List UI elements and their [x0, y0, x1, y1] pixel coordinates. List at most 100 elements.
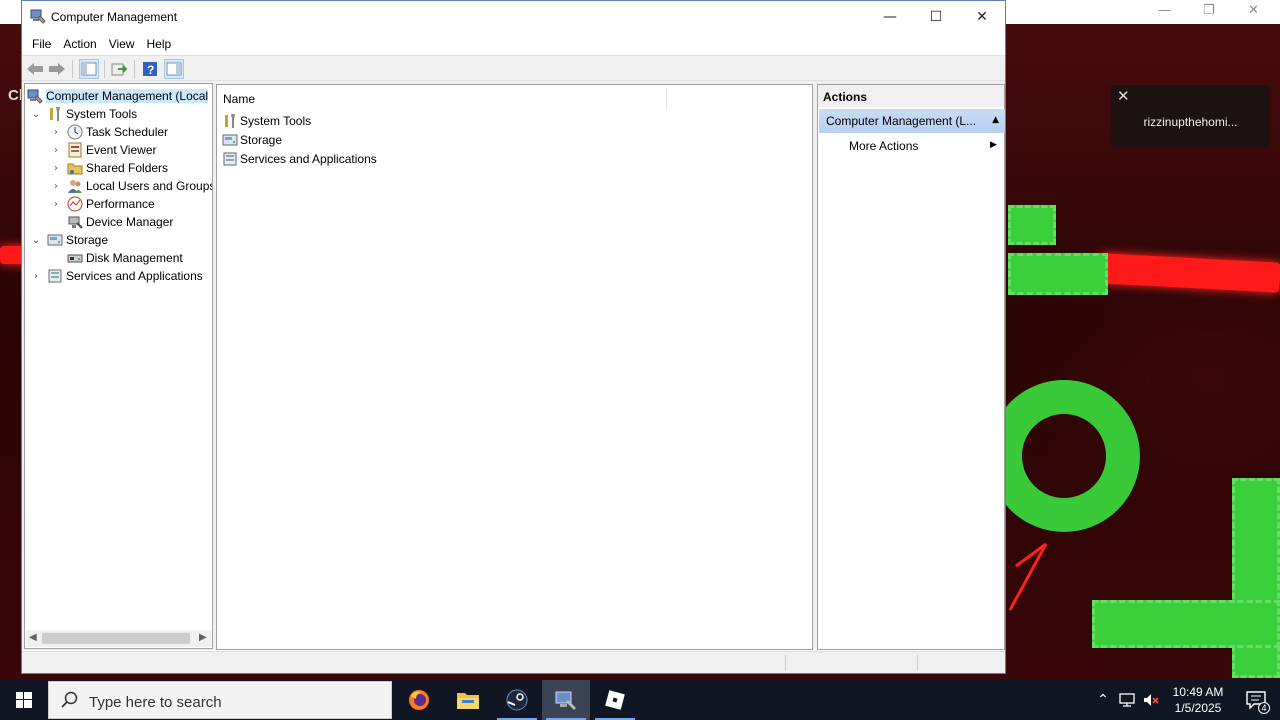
computer-management-icon	[27, 88, 43, 104]
column-header: Name	[217, 85, 812, 111]
collapsed-chevron-icon[interactable]: ›	[29, 271, 43, 282]
toast-close-icon[interactable]: ✕	[1117, 87, 1130, 105]
forward-button[interactable]	[47, 59, 67, 79]
results-list[interactable]: Name System Tools Storage Services and A…	[216, 84, 813, 650]
computer-management-icon	[30, 9, 46, 24]
toast-text: rizzinupthehomi...	[1143, 115, 1238, 129]
file-explorer-icon	[457, 693, 479, 709]
tree-item-system-tools[interactable]: ⌄ System Tools	[29, 105, 137, 123]
show-hide-action-pane-icon	[166, 62, 182, 76]
tree-item-performance[interactable]: › Performance	[49, 195, 155, 213]
column-name-header[interactable]: Name	[223, 92, 255, 106]
collapsed-chevron-icon[interactable]: ›	[49, 181, 63, 192]
minimize-button[interactable]: —	[867, 1, 913, 33]
windows-logo-icon	[16, 692, 32, 708]
help-button[interactable]: ?	[140, 59, 160, 79]
tree-item-local-users-groups[interactable]: › Local Users and Groups	[49, 177, 212, 195]
tree-item-device-manager[interactable]: Device Manager	[63, 213, 173, 231]
network-icon	[1119, 693, 1135, 707]
export-list-button[interactable]	[109, 59, 129, 79]
tree-item-event-viewer[interactable]: › Event Viewer	[49, 141, 156, 159]
back-button[interactable]	[25, 59, 45, 79]
collapsed-chevron-icon[interactable]: ›	[49, 145, 63, 156]
show-hidden-icons-button[interactable]: ⌃	[1092, 680, 1114, 720]
menu-action[interactable]: Action	[57, 37, 102, 51]
status-divider	[917, 655, 918, 671]
tree-root[interactable]: Computer Management (Local	[27, 87, 209, 105]
title-bar[interactable]: Computer Management — ☐ ✕	[22, 1, 1005, 33]
volume-muted-icon	[1144, 694, 1159, 706]
collapse-triangle-icon[interactable]: ▲	[992, 115, 999, 125]
search-placeholder: Type here to search	[89, 694, 222, 711]
background-close-icon[interactable]: ✕	[1248, 3, 1259, 18]
menu-bar: File Action View Help	[22, 33, 1005, 55]
actions-section-computer-management[interactable]: Computer Management (L... ▲	[819, 109, 1005, 133]
status-bar	[22, 651, 1005, 673]
shared-folder-icon	[67, 160, 83, 176]
tree-horizontal-scrollbar[interactable]: ◀ ▶	[26, 630, 211, 647]
window-title: Computer Management	[51, 10, 178, 24]
tree-item-task-scheduler[interactable]: › Task Scheduler	[49, 123, 168, 141]
taskbar-clock[interactable]: 10:49 AM 1/5/2025	[1162, 684, 1234, 716]
toolbar: ?	[22, 55, 1005, 81]
taskbar-roblox[interactable]	[591, 680, 639, 720]
menu-file[interactable]: File	[26, 37, 57, 51]
tree-item-storage[interactable]: ⌄ Storage	[29, 231, 108, 249]
tree-item-shared-folders[interactable]: › Shared Folders	[49, 159, 168, 177]
tree-root-label: Computer Management (Local	[46, 89, 209, 103]
scroll-right-icon[interactable]: ▶	[199, 632, 207, 643]
search-icon	[61, 691, 78, 708]
export-list-icon	[111, 63, 127, 76]
action-center-button[interactable]: 4	[1238, 680, 1274, 720]
taskbar-firefox[interactable]	[395, 680, 443, 720]
clock-time: 10:49 AM	[1172, 685, 1224, 699]
background-minimize-icon[interactable]: —	[1158, 3, 1171, 18]
background-restore-icon[interactable]: ❐	[1203, 3, 1215, 18]
toolbar-separator	[72, 60, 73, 78]
chevron-up-icon: ⌃	[1097, 692, 1109, 708]
background-green-shape	[1092, 600, 1280, 648]
notification-count-badge: 4	[1258, 702, 1270, 714]
collapsed-chevron-icon[interactable]: ›	[49, 127, 63, 138]
show-hide-action-pane-button[interactable]	[164, 59, 184, 79]
expanded-chevron-icon[interactable]: ⌄	[29, 109, 43, 120]
more-actions-item[interactable]: More Actions ▶	[849, 139, 997, 153]
taskbar-computer-management[interactable]	[542, 680, 590, 720]
taskbar-file-explorer[interactable]	[444, 680, 492, 720]
notification-toast[interactable]: ✕ rizzinupthehomi...	[1111, 85, 1270, 148]
storage-icon	[222, 132, 238, 148]
menu-view[interactable]: View	[103, 37, 141, 51]
show-hide-console-tree-icon	[81, 62, 97, 76]
console-tree[interactable]: Computer Management (Local ⌄ System Tool…	[24, 83, 213, 649]
tree-item-disk-management[interactable]: Disk Management	[63, 249, 183, 267]
computer-management-icon	[555, 691, 576, 710]
taskbar-steam[interactable]	[493, 680, 541, 720]
taskbar-search-box[interactable]: Type here to search	[48, 681, 392, 719]
status-divider	[785, 655, 786, 671]
close-button[interactable]: ✕	[959, 1, 1005, 33]
menu-help[interactable]: Help	[141, 37, 178, 51]
list-item[interactable]: Storage	[222, 131, 282, 149]
tree-item-services-applications[interactable]: › Services and Applications	[29, 267, 203, 285]
system-tools-icon	[222, 113, 238, 129]
list-item[interactable]: Services and Applications	[222, 150, 377, 168]
list-item[interactable]: System Tools	[222, 112, 311, 130]
computer-management-window: Computer Management — ☐ ✕ File Action Vi…	[21, 0, 1006, 674]
collapsed-chevron-icon[interactable]: ›	[49, 163, 63, 174]
show-hide-console-tree-button[interactable]	[79, 59, 99, 79]
help-icon: ?	[143, 62, 157, 77]
column-divider[interactable]	[666, 89, 667, 109]
collapsed-chevron-icon[interactable]: ›	[49, 199, 63, 210]
background-green-shape	[1008, 205, 1056, 245]
scroll-left-icon[interactable]: ◀	[29, 632, 37, 643]
system-tools-icon	[47, 106, 63, 122]
volume-tray-button[interactable]	[1140, 680, 1162, 720]
maximize-button[interactable]: ☐	[913, 1, 959, 33]
network-tray-button[interactable]	[1116, 680, 1138, 720]
background-red-stripe	[1099, 253, 1280, 293]
expanded-chevron-icon[interactable]: ⌄	[29, 235, 43, 246]
start-button[interactable]	[0, 680, 48, 720]
main-area: Computer Management (Local ⌄ System Tool…	[22, 81, 1005, 650]
scrollbar-thumb[interactable]	[42, 633, 190, 644]
services-applications-icon	[47, 268, 63, 284]
